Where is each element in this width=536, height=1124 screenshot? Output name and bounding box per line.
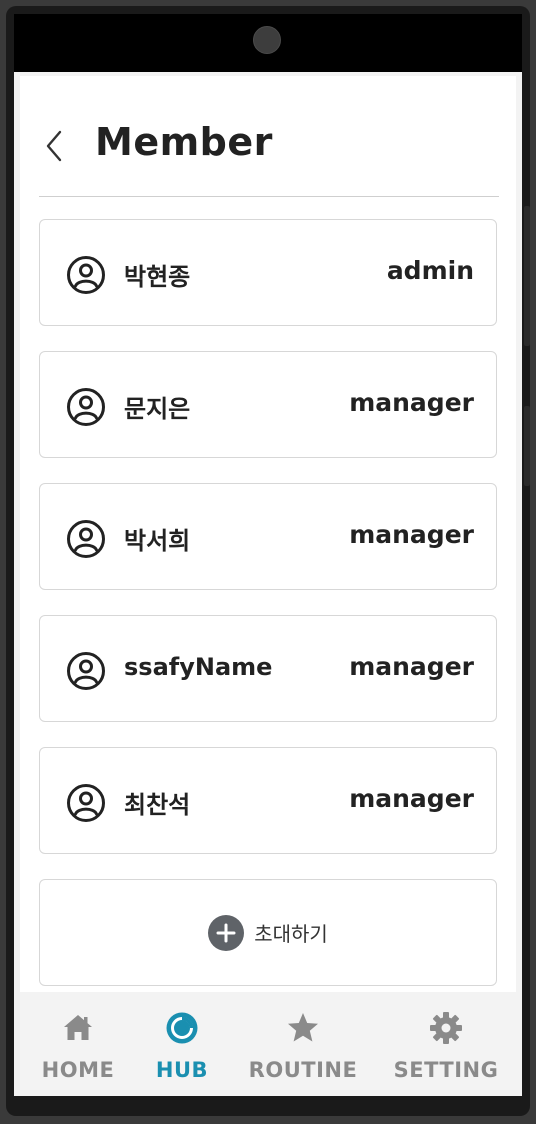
nav-item-home[interactable]: HOME <box>40 1010 116 1090</box>
front-camera <box>253 26 281 54</box>
nav-item-routine[interactable]: ROUTINE <box>248 1010 358 1090</box>
member-name: 박서희 <box>124 527 191 555</box>
member-page: Member 박현종 admin 문지은 manager 박서희 manager… <box>20 76 516 992</box>
side-volume-button <box>524 206 530 346</box>
user-circle-icon <box>67 784 105 822</box>
gear-icon <box>430 1012 462 1044</box>
nav-label-hub: HUB <box>155 1058 209 1082</box>
member-card[interactable]: 최찬석 manager <box>39 747 497 854</box>
user-circle-icon <box>67 256 105 294</box>
member-role: manager <box>349 784 474 813</box>
home-icon <box>64 1015 92 1040</box>
star-icon <box>288 1013 318 1042</box>
nav-item-hub[interactable]: HUB <box>148 1010 216 1090</box>
invite-content: 초대하기 <box>40 880 496 985</box>
member-name: ssafyName <box>124 653 273 681</box>
member-name: 박현종 <box>124 263 191 291</box>
member-card[interactable]: 문지은 manager <box>39 351 497 458</box>
member-role: manager <box>349 388 474 417</box>
user-circle-icon <box>67 652 105 690</box>
nav-label-setting: SETTING <box>393 1058 499 1082</box>
member-card[interactable]: 박서희 manager <box>39 483 497 590</box>
member-name: 최찬석 <box>124 791 191 819</box>
member-role: manager <box>349 520 474 549</box>
header-divider <box>39 196 499 197</box>
app-screen: Member 박현종 admin 문지은 manager 박서희 manager… <box>14 72 522 1096</box>
user-circle-icon <box>67 520 105 558</box>
member-role: manager <box>349 652 474 681</box>
plus-circle-icon <box>208 914 245 951</box>
chevron-left-icon <box>46 130 62 162</box>
invite-label: 초대하기 <box>254 922 328 946</box>
hub-icon <box>166 1012 198 1044</box>
side-power-button <box>524 406 530 486</box>
user-circle-icon <box>67 388 105 426</box>
invite-button[interactable]: 초대하기 <box>39 879 497 986</box>
nav-item-setting[interactable]: SETTING <box>388 1010 504 1090</box>
member-role: admin <box>386 256 474 285</box>
nav-label-home: HOME <box>41 1058 115 1082</box>
member-name: 문지은 <box>124 395 191 423</box>
page-title: Member <box>95 120 273 164</box>
back-button[interactable] <box>40 128 68 164</box>
member-card[interactable]: 박현종 admin <box>39 219 497 326</box>
member-card[interactable]: ssafyName manager <box>39 615 497 722</box>
page-header: Member <box>20 76 516 198</box>
nav-label-routine: ROUTINE <box>248 1058 358 1082</box>
bottom-navigation: HOME HUB ROUTINE SETTING <box>14 992 522 1096</box>
